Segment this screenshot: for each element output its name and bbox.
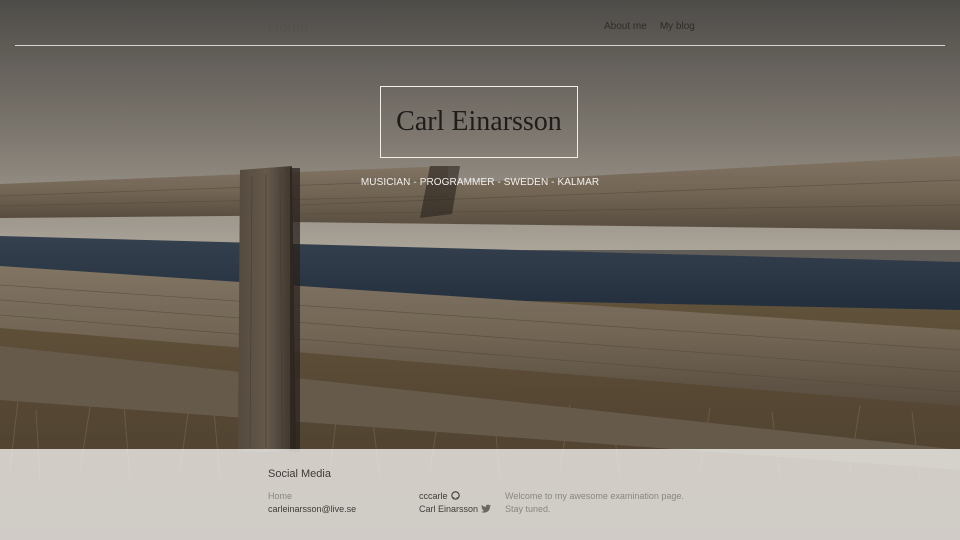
footer-stay-tuned-text: Stay tuned. — [505, 504, 551, 514]
footer-home-link[interactable]: Home — [268, 491, 292, 501]
header-divider — [15, 45, 945, 46]
twitter-icon — [481, 504, 492, 513]
github-link[interactable]: cccarle — [419, 491, 460, 501]
site-title-box: Carl Einarsson — [380, 86, 578, 158]
footer-heading: Social Media — [268, 468, 331, 480]
footer: Social Media Home carleinarsson@live.se … — [0, 449, 960, 540]
top-nav: About me My blog — [604, 21, 695, 32]
nav-my-blog-link[interactable]: My blog — [660, 21, 695, 32]
github-username: cccarle — [419, 491, 448, 501]
footer-email[interactable]: carleinarsson@live.se — [268, 504, 356, 514]
nav-home-link[interactable]: Home — [268, 19, 309, 36]
github-icon — [450, 491, 460, 500]
footer-welcome-text: Welcome to my awesome examination page. — [505, 491, 684, 501]
site-title: Carl Einarsson — [396, 106, 562, 137]
twitter-link[interactable]: Carl Einarsson — [419, 504, 492, 514]
site-tagline: MUSICIAN - PROGRAMMER - SWEDEN - KALMAR — [360, 177, 600, 188]
twitter-username: Carl Einarsson — [419, 504, 479, 514]
nav-about-me-link[interactable]: About me — [604, 21, 647, 32]
